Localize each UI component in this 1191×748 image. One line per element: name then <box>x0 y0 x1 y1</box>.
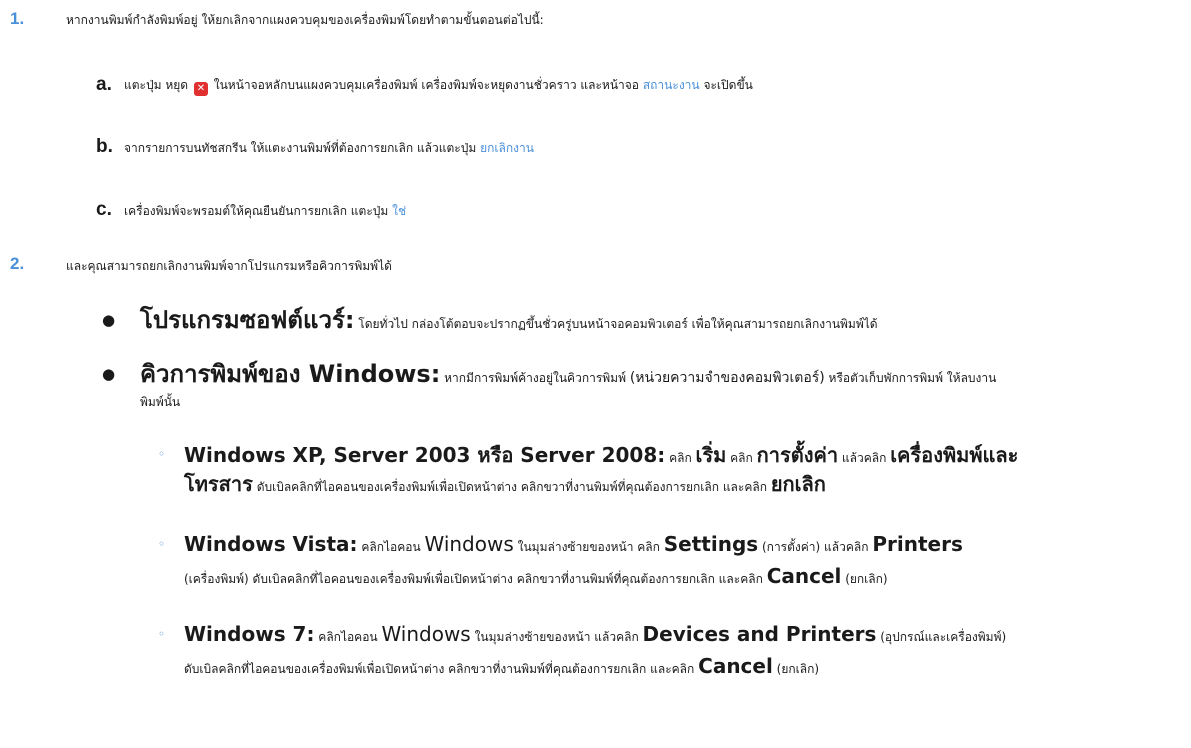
xp-t3: แล้วคลิก <box>841 451 887 465</box>
vista-printers: Printers <box>872 532 963 556</box>
job-status-link[interactable]: สถานะงาน <box>643 78 700 92</box>
step-c-letter: c. <box>96 199 112 220</box>
step-1-text: หากงานพิมพ์กำลังพิมพ์อยู่ ให้ยกเลิกจากแผ… <box>66 13 544 27</box>
step-b-text: จากรายการบนทัชสกรีน ให้แตะงานพิมพ์ที่ต้อ… <box>124 140 534 156</box>
software-bullet: โปรแกรมซอฟต์แวร์: โดยทั่วไป กล่องโต้ตอบจ… <box>140 304 878 338</box>
bullet-dot: ● <box>102 365 116 383</box>
win7-t4: ดับเบิลคลิกที่ไอคอนของเครื่องพิมพ์เพื่อเ… <box>184 662 695 676</box>
win7-windows: Windows <box>381 622 471 646</box>
win7-line-1: Windows 7: คลิกไอคอน Windows ในมุมล่างซ้… <box>184 620 1006 648</box>
xp-t2: คลิก <box>730 451 753 465</box>
queue-text-2: หรือตัวเก็บพักการพิมพ์ ให้ลบงาน <box>828 371 997 385</box>
bullet-dot: ● <box>102 311 116 329</box>
vista-t5: (ยกเลิก) <box>845 572 888 586</box>
vista-t1: คลิกไอคอน <box>361 540 421 554</box>
xp-line-2: โทรสาร ดับเบิลคลิกที่ไอคอนของเครื่องพิมพ… <box>184 470 826 498</box>
software-text: โดยทั่วไป กล่องโต้ตอบจะปรากฏขึ้นชั่วครู่… <box>358 317 878 331</box>
vista-line-1: Windows Vista: คลิกไอคอน Windows ในมุมล่… <box>184 530 963 558</box>
step-2-text: และคุณสามารถยกเลิกงานพิมพ์จากโปรแกรมหรือ… <box>66 259 392 273</box>
win7-heading: Windows 7: <box>184 622 315 646</box>
queue-text-3: พิมพ์นั้น <box>140 395 181 409</box>
step-c-text: เครื่องพิมพ์จะพรอมต์ให้คุณยืนยันการยกเลิ… <box>124 203 406 219</box>
step-a-letter: a. <box>96 74 112 95</box>
step-1-number: 1. <box>10 9 25 28</box>
step-a-post: จะเปิดขึ้น <box>703 78 753 92</box>
step-a-mid: ในหน้าจอหลักบนแผงควบคุมเครื่องพิมพ์ เครื… <box>213 78 640 92</box>
step-b-letter: b. <box>96 136 113 157</box>
step-b-pre: จากรายการบนทัชสกรีน ให้แตะงานพิมพ์ที่ต้อ… <box>124 141 477 155</box>
xp-heading: Windows XP, Server 2003 หรือ Server 2008… <box>184 443 666 467</box>
queue-heading: คิวการพิมพ์ของ Windows: <box>140 360 441 388</box>
step-a-text: แตะปุ่ม หยุด ✕ ในหน้าจอหลักบนแผงควบคุมเค… <box>124 77 753 96</box>
xp-start: เริ่ม <box>695 443 727 467</box>
cancel-job-link[interactable]: ยกเลิกงาน <box>480 141 534 155</box>
vista-settings: Settings <box>663 532 759 556</box>
win7-devices: Devices and Printers <box>642 622 877 646</box>
vista-windows: Windows <box>424 532 514 556</box>
queue-bullet: คิวการพิมพ์ของ Windows: หากมีการพิมพ์ค้า… <box>140 358 996 392</box>
xp-t4: ดับเบิลคลิกที่ไอคอนของเครื่องพิมพ์เพื่อเ… <box>256 480 767 494</box>
yes-link[interactable]: ใช่ <box>392 204 406 218</box>
step-a-pre: แตะปุ่ม หยุด <box>124 78 189 92</box>
xp-cancel: ยกเลิก <box>770 472 826 496</box>
win7-line-2: ดับเบิลคลิกที่ไอคอนของเครื่องพิมพ์เพื่อเ… <box>184 652 819 680</box>
step-c-pre: เครื่องพิมพ์จะพรอมต์ให้คุณยืนยันการยกเลิ… <box>124 204 389 218</box>
sub-bullet-circle: ◦ <box>158 447 166 461</box>
win7-t2: ในมุมล่างซ้ายของหน้า แล้วคลิก <box>474 630 639 644</box>
win7-t1: คลิกไอคอน <box>318 630 378 644</box>
step-2-number: 2. <box>10 254 25 273</box>
software-heading: โปรแกรมซอฟต์แวร์: <box>140 306 355 334</box>
stop-x-icon: ✕ <box>193 82 208 96</box>
xp-line-1: Windows XP, Server 2003 หรือ Server 2008… <box>184 441 1018 469</box>
queue-paren: (หน่วยความจำของคอมพิวเตอร์) <box>629 370 825 386</box>
queue-text-1: หากมีการพิมพ์ค้างอยู่ในคิวการพิมพ์ <box>444 371 626 385</box>
xp-t1: คลิก <box>669 451 692 465</box>
vista-line-2: (เครื่องพิมพ์) ดับเบิลคลิกที่ไอคอนของเคร… <box>184 562 888 590</box>
vista-cancel: Cancel <box>766 564 842 588</box>
vista-heading: Windows Vista: <box>184 532 358 556</box>
xp-settings: การตั้งค่า <box>756 443 839 467</box>
win7-cancel: Cancel <box>698 654 773 678</box>
win7-t3: (อุปกรณ์และเครื่องพิมพ์) <box>880 630 1007 644</box>
sub-bullet-circle: ◦ <box>158 537 166 551</box>
win7-t5: (ยกเลิก) <box>776 662 820 676</box>
xp-fax: โทรสาร <box>184 472 253 496</box>
xp-printers: เครื่องพิมพ์และ <box>890 443 1019 467</box>
sub-bullet-circle: ◦ <box>158 627 166 641</box>
vista-t4: (เครื่องพิมพ์) ดับเบิลคลิกที่ไอคอนของเคร… <box>184 572 763 586</box>
vista-t3: (การตั้งค่า) แล้วคลิก <box>762 540 869 554</box>
vista-t2: ในมุมล่างซ้ายของหน้า คลิก <box>517 540 660 554</box>
